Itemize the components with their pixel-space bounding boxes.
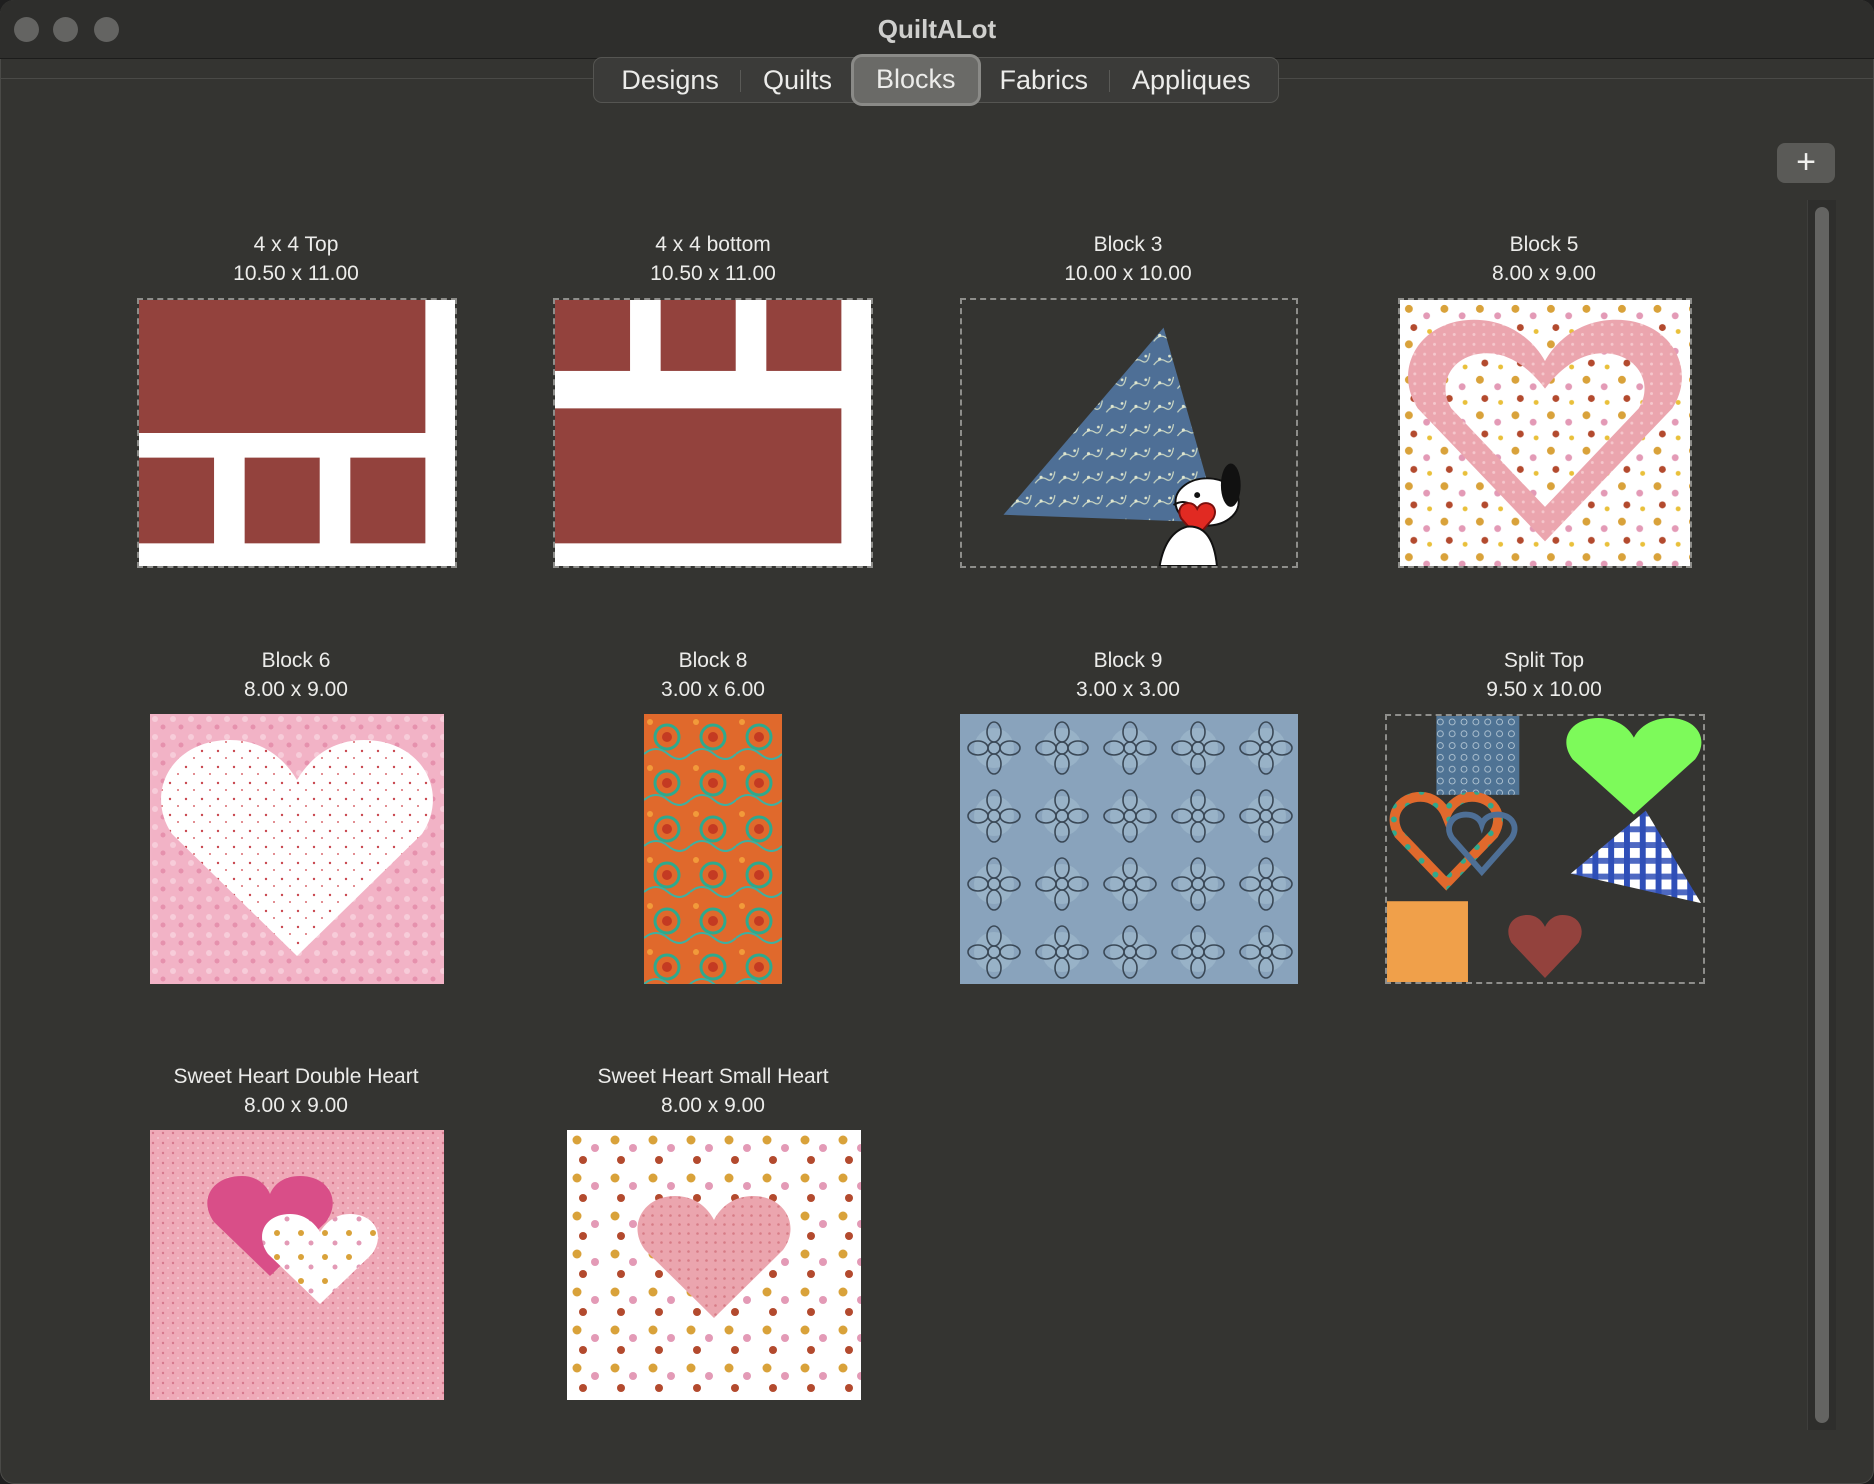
- block-thumbnail-sweet-heart-small[interactable]: [567, 1130, 861, 1400]
- title-bar: QuiltALot: [0, 0, 1874, 59]
- block-name: Sweet Heart Double Heart: [173, 1065, 419, 1088]
- block-thumbnail-block-6[interactable]: [150, 714, 444, 984]
- tab-blocks[interactable]: Blocks: [853, 57, 978, 103]
- block-name: Split Top: [1503, 649, 1585, 672]
- block-name: Block 5: [1509, 233, 1579, 256]
- block-size: 3.00 x 6.00: [661, 678, 765, 701]
- triangle-applique-preview: [1003, 327, 1241, 566]
- block-item[interactable]: Block 9 3.00 x 3.00: [920, 646, 1336, 704]
- applique-collage-preview: [1387, 716, 1702, 982]
- block-item[interactable]: 4 x 4 bottom 10.50 x 11.00: [505, 230, 921, 288]
- block-size: 10.50 x 11.00: [233, 262, 359, 285]
- batik-fabric-preview: [644, 714, 782, 984]
- block-thumbnail-sweet-heart-double[interactable]: [150, 1130, 444, 1400]
- block-size: 10.00 x 10.00: [1064, 262, 1192, 285]
- block-size: 8.00 x 9.00: [244, 1094, 348, 1117]
- tab-designs[interactable]: Designs: [599, 59, 741, 101]
- block-item[interactable]: Split Top 9.50 x 10.00: [1336, 646, 1752, 704]
- block-item[interactable]: 4 x 4 Top 10.50 x 11.00: [88, 230, 504, 288]
- block-size: 8.00 x 9.00: [1492, 262, 1596, 285]
- brick-block-preview: [555, 300, 871, 566]
- block-thumbnail-block-8[interactable]: [644, 714, 782, 984]
- block-size: 3.00 x 3.00: [1076, 678, 1180, 701]
- floral-fabric-preview: [960, 714, 1298, 984]
- block-name: Block 6: [261, 649, 331, 672]
- block-item[interactable]: Sweet Heart Double Heart 8.00 x 9.00: [88, 1062, 504, 1120]
- double-heart-preview: [150, 1130, 444, 1400]
- window-title: QuiltALot: [877, 14, 997, 44]
- block-thumbnail-4x4-bottom[interactable]: [553, 298, 873, 568]
- block-item[interactable]: Sweet Heart Small Heart 8.00 x 9.00: [505, 1062, 921, 1120]
- add-block-button[interactable]: +: [1777, 143, 1835, 183]
- heart-block-preview: [1400, 300, 1690, 566]
- brick-block-preview: [139, 300, 455, 566]
- block-name: Sweet Heart Small Heart: [597, 1065, 829, 1088]
- block-size: 10.50 x 11.00: [650, 262, 776, 285]
- tab-fabrics[interactable]: Fabrics: [978, 59, 1111, 101]
- block-size: 8.00 x 9.00: [661, 1094, 765, 1117]
- tab-appliques[interactable]: Appliques: [1110, 59, 1273, 101]
- block-thumbnail-block-9[interactable]: [960, 714, 1298, 984]
- block-name: Block 3: [1093, 233, 1163, 256]
- scrollbar-thumb[interactable]: [1815, 207, 1829, 1423]
- block-name: 4 x 4 bottom: [655, 233, 771, 256]
- small-heart-preview: [567, 1130, 861, 1400]
- block-thumbnail-block-5[interactable]: [1398, 298, 1692, 568]
- block-thumbnail-split-top[interactable]: [1385, 714, 1705, 984]
- block-item[interactable]: Block 5 8.00 x 9.00: [1336, 230, 1752, 288]
- tab-quilts[interactable]: Quilts: [741, 59, 854, 101]
- block-item[interactable]: Block 3 10.00 x 10.00: [920, 230, 1336, 288]
- block-size: 9.50 x 10.00: [1486, 678, 1602, 701]
- block-size: 8.00 x 9.00: [244, 678, 348, 701]
- block-thumbnail-4x4-top[interactable]: [137, 298, 457, 568]
- segmented-tab-control: Designs Quilts Blocks Fabrics Appliques: [593, 57, 1279, 103]
- block-name: 4 x 4 Top: [253, 233, 339, 256]
- app-window: QuiltALot Designs Quilts Blocks Fabrics …: [0, 0, 1874, 1484]
- block-name: Block 8: [678, 649, 748, 672]
- heart-block-preview: [150, 714, 444, 984]
- block-name: Block 9: [1093, 649, 1163, 672]
- block-item[interactable]: Block 6 8.00 x 9.00: [88, 646, 504, 704]
- block-item[interactable]: Block 8 3.00 x 6.00: [505, 646, 921, 704]
- block-thumbnail-block-3[interactable]: [960, 298, 1298, 568]
